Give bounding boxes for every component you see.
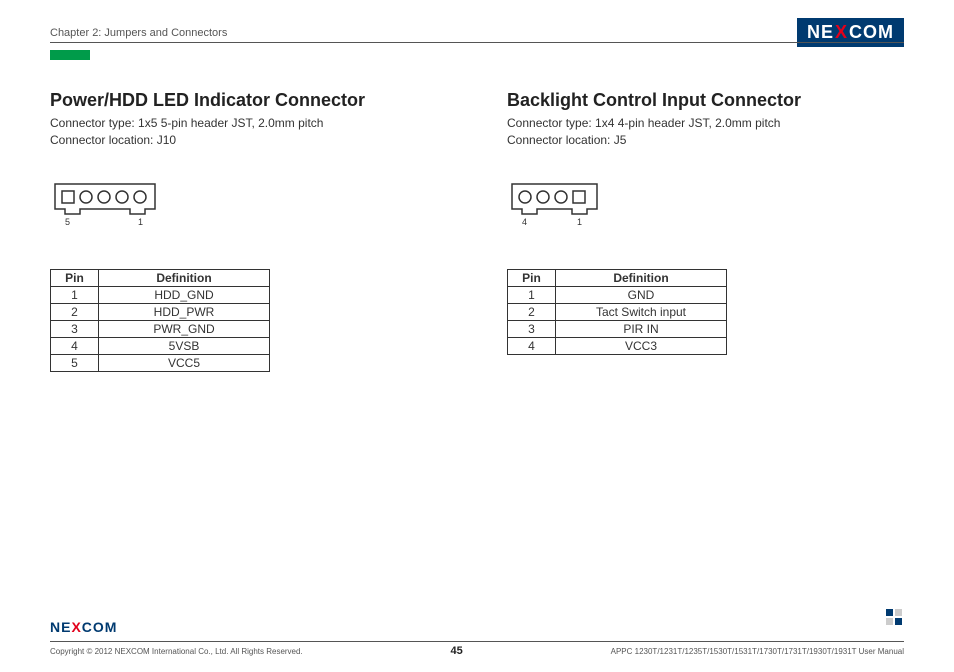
left-desc: Connector type: 1x5 5-pin header JST, 2.… (50, 115, 447, 149)
right-desc: Connector type: 1x4 4-pin header JST, 2.… (507, 115, 904, 149)
cell-def: PIR IN (556, 320, 727, 337)
table-row: 1GND (508, 286, 727, 303)
right-desc-line1: Connector type: 1x4 4-pin header JST, 2.… (507, 115, 904, 132)
table-header-row: Pin Definition (508, 269, 727, 286)
footer-rule (50, 641, 904, 642)
copyright-text: Copyright © 2012 NEXCOM International Co… (50, 647, 303, 656)
cell-def: Tact Switch input (556, 303, 727, 320)
th-pin: Pin (508, 269, 556, 286)
cell-pin: 5 (51, 354, 99, 371)
th-def: Definition (99, 269, 270, 286)
table-row: 3PIR IN (508, 320, 727, 337)
left-pin-table: Pin Definition 1HDD_GND 2HDD_PWR 3PWR_GN… (50, 269, 270, 372)
right-desc-line2: Connector location: J5 (507, 132, 904, 149)
left-desc-line1: Connector type: 1x5 5-pin header JST, 2.… (50, 115, 447, 132)
right-title: Backlight Control Input Connector (507, 90, 904, 111)
left-column: Power/HDD LED Indicator Connector Connec… (50, 90, 447, 372)
pin-label-1: 1 (138, 217, 143, 227)
logo-text-pre: NE (807, 22, 834, 43)
logo-text-x: X (71, 619, 81, 635)
main-content: Power/HDD LED Indicator Connector Connec… (50, 90, 904, 372)
th-def: Definition (556, 269, 727, 286)
table-row: 45VSB (51, 337, 270, 354)
table-row: 3PWR_GND (51, 320, 270, 337)
pin-label-1: 1 (577, 217, 582, 227)
connector-4pin-diagram: 4 1 (507, 179, 617, 229)
cell-pin: 2 (51, 303, 99, 320)
page-number: 45 (451, 645, 463, 657)
cell-pin: 4 (508, 337, 556, 354)
left-title: Power/HDD LED Indicator Connector (50, 90, 447, 111)
th-pin: Pin (51, 269, 99, 286)
cell-pin: 1 (51, 286, 99, 303)
cell-pin: 3 (51, 320, 99, 337)
cell-def: HDD_PWR (99, 303, 270, 320)
cell-pin: 2 (508, 303, 556, 320)
green-tab (50, 50, 90, 60)
cell-pin: 4 (51, 337, 99, 354)
logo-text-pre: NE (50, 619, 71, 635)
table-row: 1HDD_GND (51, 286, 270, 303)
manual-title: APPC 1230T/1231T/1235T/1530T/1531T/1730T… (611, 647, 904, 656)
footer-logo: NEXCOM (50, 619, 117, 635)
table-row: 5VCC5 (51, 354, 270, 371)
cell-pin: 3 (508, 320, 556, 337)
logo-text-x: X (835, 22, 848, 43)
chapter-title: Chapter 2: Jumpers and Connectors (50, 27, 227, 39)
cell-def: PWR_GND (99, 320, 270, 337)
table-header-row: Pin Definition (51, 269, 270, 286)
table-row: 2HDD_PWR (51, 303, 270, 320)
pin-label-4: 4 (522, 217, 527, 227)
right-pin-table: Pin Definition 1GND 2Tact Switch input 3… (507, 269, 727, 355)
cell-def: GND (556, 286, 727, 303)
logo-text-post: COM (849, 22, 894, 43)
footer-row: Copyright © 2012 NEXCOM International Co… (50, 645, 904, 657)
cell-def: 5VSB (99, 337, 270, 354)
connector-5pin-diagram: 5 1 (50, 179, 180, 229)
cell-def: VCC5 (99, 354, 270, 371)
pin-label-5: 5 (65, 217, 70, 227)
cell-def: VCC3 (556, 337, 727, 354)
header-rule (50, 42, 904, 43)
page-footer: NEXCOM Copyright © 2012 NEXCOM Internati… (50, 619, 904, 657)
logo-text-post: COM (82, 619, 118, 635)
cell-pin: 1 (508, 286, 556, 303)
table-row: 4VCC3 (508, 337, 727, 354)
left-desc-line2: Connector location: J10 (50, 132, 447, 149)
table-row: 2Tact Switch input (508, 303, 727, 320)
cell-def: HDD_GND (99, 286, 270, 303)
footer-decor-icon (886, 609, 904, 627)
right-column: Backlight Control Input Connector Connec… (507, 90, 904, 372)
